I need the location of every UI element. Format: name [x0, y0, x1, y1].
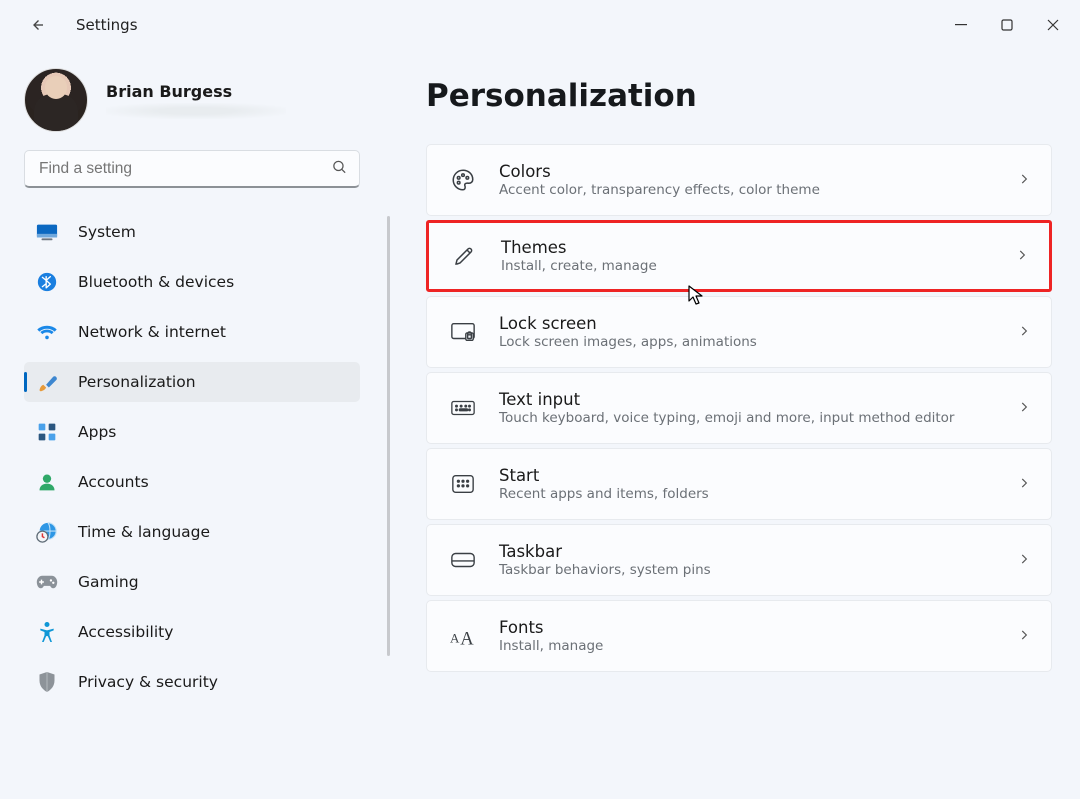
user-email-redacted — [106, 103, 286, 119]
chevron-right-icon — [1017, 171, 1031, 190]
sidebar-item-accessibility[interactable]: Accessibility — [24, 612, 360, 652]
card-subtitle: Recent apps and items, folders — [499, 486, 995, 502]
card-title: Lock screen — [499, 314, 995, 333]
search-input[interactable] — [24, 150, 360, 188]
card-title: Taskbar — [499, 542, 995, 561]
start-icon — [449, 470, 477, 498]
card-body: Taskbar Taskbar behaviors, system pins — [499, 542, 995, 578]
sidebar-item-label: Privacy & security — [78, 673, 218, 691]
user-info: Brian Burgess — [106, 82, 286, 119]
wifi-icon — [36, 321, 58, 343]
sidebar-item-personalization[interactable]: Personalization — [24, 362, 360, 402]
card-body: Start Recent apps and items, folders — [499, 466, 995, 502]
card-title: Themes — [501, 238, 993, 257]
sidebar-item-time[interactable]: Time & language — [24, 512, 360, 552]
card-title: Colors — [499, 162, 995, 181]
card-subtitle: Touch keyboard, voice typing, emoji and … — [499, 410, 995, 426]
card-taskbar[interactable]: Taskbar Taskbar behaviors, system pins — [426, 524, 1052, 596]
card-textinput[interactable]: Text input Touch keyboard, voice typing,… — [426, 372, 1052, 444]
minimize-icon — [955, 19, 967, 31]
card-subtitle: Accent color, transparency effects, colo… — [499, 182, 995, 198]
sidebar-item-bluetooth[interactable]: Bluetooth & devices — [24, 262, 360, 302]
close-button[interactable] — [1030, 7, 1076, 43]
chevron-right-icon — [1017, 551, 1031, 570]
sidebar-item-network[interactable]: Network & internet — [24, 312, 360, 352]
paintbrush-icon — [36, 371, 58, 393]
sidebar-item-apps[interactable]: Apps — [24, 412, 360, 452]
maximize-button[interactable] — [984, 7, 1030, 43]
card-subtitle: Install, manage — [499, 638, 995, 654]
lock-screen-icon — [449, 318, 477, 346]
shield-icon — [36, 671, 58, 693]
close-icon — [1047, 19, 1059, 31]
maximize-icon — [1001, 19, 1013, 31]
card-body: Colors Accent color, transparency effect… — [499, 162, 995, 198]
sidebar-item-label: System — [78, 223, 136, 241]
window-controls — [938, 7, 1076, 43]
person-icon — [36, 471, 58, 493]
svg-text:A: A — [460, 628, 474, 647]
pen-icon — [451, 242, 479, 270]
card-fonts[interactable]: AA Fonts Install, manage — [426, 600, 1052, 672]
accessibility-icon — [36, 621, 58, 643]
apps-icon — [36, 421, 58, 443]
clock-globe-icon — [36, 521, 58, 543]
sidebar-item-label: Time & language — [78, 523, 210, 541]
card-body: Fonts Install, manage — [499, 618, 995, 654]
card-body: Themes Install, create, manage — [501, 238, 993, 274]
sidebar-item-label: Personalization — [78, 373, 196, 391]
sidebar-item-gaming[interactable]: Gaming — [24, 562, 360, 602]
chevron-right-icon — [1017, 627, 1031, 646]
user-name: Brian Burgess — [106, 82, 286, 101]
main-content: Personalization Colors Accent color, tra… — [386, 50, 1080, 799]
chevron-right-icon — [1017, 323, 1031, 342]
sidebar-scrollbar[interactable] — [387, 216, 390, 656]
card-title: Start — [499, 466, 995, 485]
page-title: Personalization — [426, 78, 1052, 114]
chevron-right-icon — [1017, 399, 1031, 418]
sidebar-item-system[interactable]: System — [24, 212, 360, 252]
taskbar-icon — [449, 546, 477, 574]
sidebar-item-label: Accessibility — [78, 623, 173, 641]
card-lockscreen[interactable]: Lock screen Lock screen images, apps, an… — [426, 296, 1052, 368]
sidebar-item-label: Accounts — [78, 473, 149, 491]
title-bar-left: Settings — [22, 10, 138, 40]
sidebar-item-privacy[interactable]: Privacy & security — [24, 662, 360, 702]
bluetooth-icon — [36, 271, 58, 293]
sidebar-item-label: Network & internet — [78, 323, 226, 341]
card-subtitle: Install, create, manage — [501, 258, 993, 274]
search-wrapper — [24, 150, 360, 188]
fonts-icon: AA — [449, 622, 477, 650]
card-start[interactable]: Start Recent apps and items, folders — [426, 448, 1052, 520]
gamepad-icon — [36, 571, 58, 593]
avatar — [24, 68, 88, 132]
card-title: Fonts — [499, 618, 995, 637]
app-title: Settings — [76, 16, 138, 34]
card-subtitle: Lock screen images, apps, animations — [499, 334, 995, 350]
system-icon — [36, 221, 58, 243]
card-subtitle: Taskbar behaviors, system pins — [499, 562, 995, 578]
card-body: Text input Touch keyboard, voice typing,… — [499, 390, 995, 426]
keyboard-icon — [449, 394, 477, 422]
search-icon — [331, 159, 348, 180]
sidebar-item-label: Bluetooth & devices — [78, 273, 234, 291]
card-title: Text input — [499, 390, 995, 409]
sidebar-item-label: Gaming — [78, 573, 139, 591]
card-themes[interactable]: Themes Install, create, manage — [426, 220, 1052, 292]
card-body: Lock screen Lock screen images, apps, an… — [499, 314, 995, 350]
card-colors[interactable]: Colors Accent color, transparency effect… — [426, 144, 1052, 216]
title-bar: Settings — [0, 0, 1080, 50]
chevron-right-icon — [1017, 475, 1031, 494]
palette-icon — [449, 166, 477, 194]
sidebar-item-label: Apps — [78, 423, 116, 441]
minimize-button[interactable] — [938, 7, 984, 43]
back-arrow-icon — [28, 16, 46, 34]
sidebar: Brian Burgess System Bluetoo — [0, 50, 386, 799]
svg-text:A: A — [450, 631, 460, 646]
sidebar-item-accounts[interactable]: Accounts — [24, 462, 360, 502]
user-profile[interactable]: Brian Burgess — [24, 62, 386, 150]
chevron-right-icon — [1015, 247, 1029, 266]
back-button[interactable] — [22, 10, 52, 40]
nav-list: System Bluetooth & devices Network & int… — [24, 212, 360, 702]
